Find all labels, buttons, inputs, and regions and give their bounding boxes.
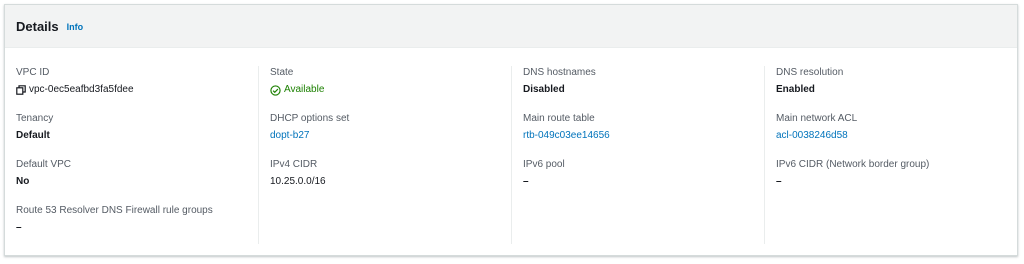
tenancy-value: Default <box>16 130 50 141</box>
dhcp-options-link[interactable]: dopt-b27 <box>270 129 511 143</box>
field-main-network-acl: Main network ACL acl-0038246d58 <box>776 112 1017 158</box>
details-panel: Details Info VPC ID vpc-0ec5eafbd3fa5fde… <box>4 4 1018 256</box>
details-column-1: VPC ID vpc-0ec5eafbd3fa5fdee Tenancy Def… <box>5 66 258 244</box>
field-dns-firewall-rule-groups: Route 53 Resolver DNS Firewall rule grou… <box>16 204 258 250</box>
details-column-4: DNS resolution Enabled Main network ACL … <box>764 66 1017 244</box>
field-label: Main network ACL <box>776 113 858 124</box>
field-label: Route 53 Resolver DNS Firewall rule grou… <box>16 205 213 216</box>
ipv6-pool-value: – <box>523 176 529 187</box>
field-label: DNS hostnames <box>523 67 596 78</box>
state-value: Available <box>284 84 325 95</box>
field-label: DHCP options set <box>270 113 350 124</box>
field-tenancy: Tenancy Default <box>16 112 258 158</box>
main-network-acl-link[interactable]: acl-0038246d58 <box>776 129 1017 143</box>
field-label: Default VPC <box>16 159 72 170</box>
default-vpc-value: No <box>16 176 30 187</box>
field-ipv6-cidr: IPv6 CIDR (Network border group) – <box>776 158 1017 204</box>
field-label: Main route table <box>523 113 595 124</box>
field-default-vpc: Default VPC No <box>16 158 258 204</box>
ipv6-cidr-value: – <box>776 176 782 187</box>
field-label: VPC ID <box>16 67 50 78</box>
main-route-table-link[interactable]: rtb-049c03ee14656 <box>523 129 764 143</box>
details-grid: VPC ID vpc-0ec5eafbd3fa5fdee Tenancy Def… <box>5 48 1017 244</box>
field-label: IPv6 pool <box>523 159 565 170</box>
field-value: vpc-0ec5eafbd3fa5fdee <box>16 83 258 97</box>
vpc-id-value: vpc-0ec5eafbd3fa5fdee <box>29 84 134 95</box>
field-vpc-id: VPC ID vpc-0ec5eafbd3fa5fdee <box>16 66 258 112</box>
dns-resolution-value: Enabled <box>776 84 815 95</box>
panel-title: Details <box>16 18 59 34</box>
field-state: State Available <box>270 66 511 112</box>
field-label: DNS resolution <box>776 67 844 78</box>
field-main-route-table: Main route table rtb-049c03ee14656 <box>523 112 764 158</box>
field-label: IPv4 CIDR <box>270 159 318 170</box>
status-badge: Available <box>270 83 511 97</box>
info-link[interactable]: Info <box>67 22 84 32</box>
panel-header: Details Info <box>5 5 1017 48</box>
field-label: State <box>270 67 294 78</box>
check-circle-icon <box>270 84 281 96</box>
dns-firewall-value: – <box>16 222 22 233</box>
ipv4-cidr-value: 10.25.0.0/16 <box>270 176 326 187</box>
field-ipv6-pool: IPv6 pool – <box>523 158 764 204</box>
field-label: IPv6 CIDR (Network border group) <box>776 159 930 170</box>
field-dns-resolution: DNS resolution Enabled <box>776 66 1017 112</box>
field-ipv4-cidr: IPv4 CIDR 10.25.0.0/16 <box>270 158 511 204</box>
field-dhcp-options-set: DHCP options set dopt-b27 <box>270 112 511 158</box>
field-label: Tenancy <box>16 113 54 124</box>
field-dns-hostnames: DNS hostnames Disabled <box>523 66 764 112</box>
details-column-2: State Available DHCP options set dopt-b2… <box>258 66 511 244</box>
details-column-3: DNS hostnames Disabled Main route table … <box>511 66 764 244</box>
copy-icon[interactable] <box>16 85 26 95</box>
dns-hostnames-value: Disabled <box>523 84 565 95</box>
